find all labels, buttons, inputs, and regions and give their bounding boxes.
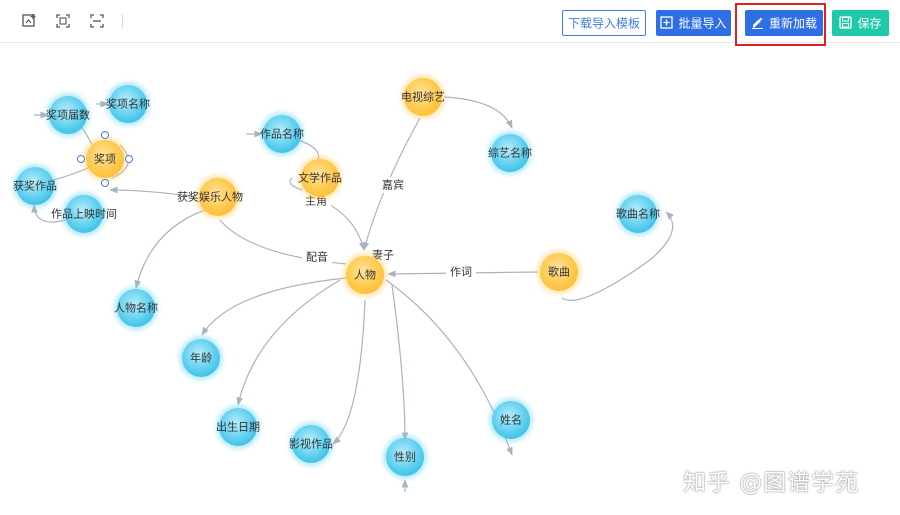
node-song-name[interactable]: 歌曲名称	[616, 192, 660, 236]
node-label: 歌曲名称	[616, 207, 660, 221]
node-work-name[interactable]: 作品名称	[260, 112, 304, 156]
node-label: 出生日期	[216, 420, 260, 434]
node-label: 性别	[394, 450, 416, 464]
node-release-time[interactable]: 作品上映时间	[51, 192, 117, 236]
node-literary-work[interactable]: 文学作品	[298, 156, 342, 200]
node-award[interactable]: 奖项	[77, 131, 133, 187]
node-label: 人物	[354, 268, 376, 282]
node-birth-date[interactable]: 出生日期	[216, 405, 260, 449]
edge-tv-variety[interactable]	[443, 96, 513, 129]
toolbar-divider	[122, 14, 123, 28]
edge-label-peiyin: 配音	[306, 250, 328, 264]
node-age[interactable]: 年龄	[179, 336, 223, 380]
edge-person-age[interactable]	[201, 277, 347, 336]
batch-import-button[interactable]: 批量导入	[656, 10, 731, 36]
nodes: 人物 奖项 获奖娱乐人物 文学作品 电视综艺 歌曲 奖项届数 奖项名称 获奖作品…	[13, 75, 660, 479]
node-label: 电视综艺	[401, 90, 445, 104]
save-label: 保存	[857, 16, 882, 31]
node-label: 作品上映时间	[51, 208, 117, 221]
selection-handle-bottom[interactable]	[101, 179, 109, 187]
edge-person-gender[interactable]	[391, 284, 409, 441]
node-person[interactable]: 人物	[343, 253, 387, 297]
selection-handle-top[interactable]	[101, 131, 109, 139]
node-label: 影视作品	[289, 437, 333, 451]
add-node-icon[interactable]	[20, 12, 38, 30]
node-award-work[interactable]: 获奖作品	[13, 164, 57, 208]
toolbar: 下载导入模板 批量导入 重新加载 保存	[0, 0, 900, 46]
selection-handle-left[interactable]	[77, 155, 85, 163]
import-icon	[660, 16, 674, 29]
node-label: 获奖娱乐人物	[177, 190, 243, 204]
fit-view-icon[interactable]	[54, 12, 72, 30]
save-button[interactable]: 保存	[832, 10, 889, 36]
download-template-button[interactable]: 下载导入模板	[562, 10, 646, 36]
selection-handle-right[interactable]	[125, 155, 133, 163]
download-template-label: 下载导入模板	[567, 16, 640, 31]
batch-import-label: 批量导入	[678, 16, 727, 31]
node-person-name[interactable]: 人物名称	[114, 286, 158, 330]
edge-person-films[interactable]	[332, 299, 366, 445]
reload-label: 重新加载	[768, 16, 817, 31]
node-label: 奖项名称	[106, 97, 150, 111]
node-films[interactable]: 影视作品	[289, 422, 333, 466]
knowledge-graph-canvas[interactable]: 嘉宾 主角 妻子 配音 作词 人物 奖项 获奖娱乐人物 文学作品 电视综艺 歌曲…	[0, 0, 900, 515]
watermark: 知乎 @图谱学苑	[683, 470, 860, 496]
save-icon	[839, 16, 853, 29]
edge-label-jiabin: 嘉宾	[382, 178, 404, 192]
edge-awardperson-personname[interactable]	[134, 209, 206, 289]
edge-label-zuoci: 作词	[450, 266, 472, 279]
node-song[interactable]: 歌曲	[537, 250, 581, 294]
node-tv-variety[interactable]: 电视综艺	[401, 75, 445, 119]
node-label: 文学作品	[298, 171, 342, 185]
node-award-person[interactable]: 获奖娱乐人物	[177, 175, 243, 219]
node-label: 综艺名称	[488, 146, 532, 160]
node-label: 奖项	[94, 152, 116, 166]
node-award-session[interactable]: 奖项届数	[46, 93, 90, 137]
brush-icon	[751, 17, 763, 29]
node-label: 年龄	[190, 351, 212, 365]
node-label: 姓名	[500, 413, 522, 427]
reload-button[interactable]: 重新加载	[745, 10, 823, 36]
node-label: 人物名称	[114, 301, 158, 315]
node-label: 作品名称	[260, 127, 304, 141]
node-fullname[interactable]: 姓名	[489, 398, 533, 442]
node-gender[interactable]: 性别	[383, 435, 427, 479]
node-variety-name[interactable]: 综艺名称	[488, 131, 532, 175]
center-view-icon[interactable]	[88, 12, 106, 30]
edge-person-birth[interactable]	[236, 279, 341, 406]
node-label: 奖项届数	[46, 108, 90, 122]
node-award-name[interactable]: 奖项名称	[106, 82, 150, 126]
node-label: 歌曲	[548, 265, 570, 279]
node-label: 获奖作品	[13, 179, 57, 193]
